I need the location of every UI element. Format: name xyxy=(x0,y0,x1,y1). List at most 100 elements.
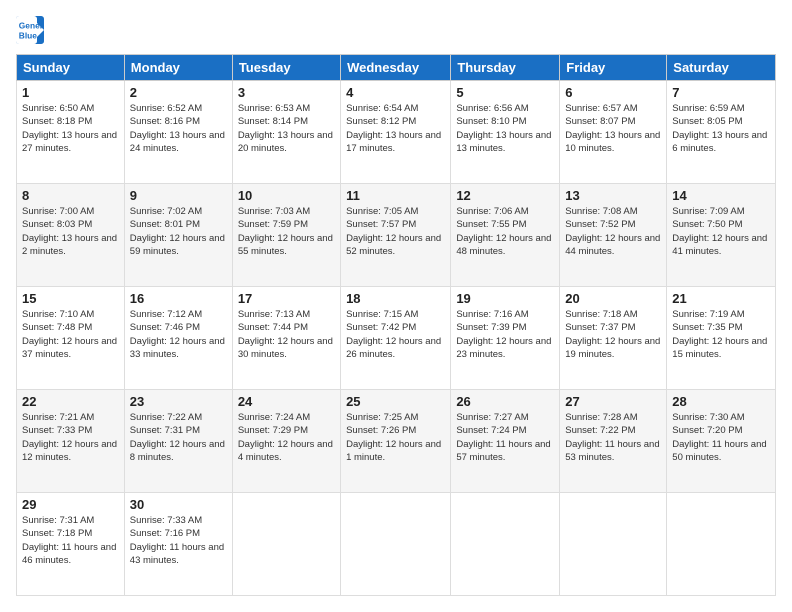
day-cell: 19 Sunrise: 7:16 AMSunset: 7:39 PMDaylig… xyxy=(451,287,560,390)
week-row-2: 8 Sunrise: 7:00 AMSunset: 8:03 PMDayligh… xyxy=(17,184,776,287)
day-cell: 12 Sunrise: 7:06 AMSunset: 7:55 PMDaylig… xyxy=(451,184,560,287)
day-cell: 10 Sunrise: 7:03 AMSunset: 7:59 PMDaylig… xyxy=(232,184,340,287)
logo-icon: General Blue xyxy=(16,16,44,44)
day-cell: 20 Sunrise: 7:18 AMSunset: 7:37 PMDaylig… xyxy=(560,287,667,390)
day-cell: 3 Sunrise: 6:53 AMSunset: 8:14 PMDayligh… xyxy=(232,81,340,184)
day-info: Sunrise: 6:56 AMSunset: 8:10 PMDaylight:… xyxy=(456,102,554,155)
day-number: 4 xyxy=(346,85,445,100)
day-number: 27 xyxy=(565,394,661,409)
day-info: Sunrise: 6:54 AMSunset: 8:12 PMDaylight:… xyxy=(346,102,445,155)
day-cell: 30 Sunrise: 7:33 AMSunset: 7:16 PMDaylig… xyxy=(124,493,232,596)
day-header-saturday: Saturday xyxy=(667,55,776,81)
day-number: 23 xyxy=(130,394,227,409)
day-header-thursday: Thursday xyxy=(451,55,560,81)
day-info: Sunrise: 7:08 AMSunset: 7:52 PMDaylight:… xyxy=(565,205,661,258)
day-number: 19 xyxy=(456,291,554,306)
day-info: Sunrise: 7:13 AMSunset: 7:44 PMDaylight:… xyxy=(238,308,335,361)
day-cell: 22 Sunrise: 7:21 AMSunset: 7:33 PMDaylig… xyxy=(17,390,125,493)
day-number: 5 xyxy=(456,85,554,100)
week-row-1: 1 Sunrise: 6:50 AMSunset: 8:18 PMDayligh… xyxy=(17,81,776,184)
day-cell xyxy=(341,493,451,596)
day-info: Sunrise: 7:21 AMSunset: 7:33 PMDaylight:… xyxy=(22,411,119,464)
day-info: Sunrise: 7:24 AMSunset: 7:29 PMDaylight:… xyxy=(238,411,335,464)
day-number: 18 xyxy=(346,291,445,306)
day-cell xyxy=(232,493,340,596)
day-info: Sunrise: 7:02 AMSunset: 8:01 PMDaylight:… xyxy=(130,205,227,258)
day-info: Sunrise: 7:22 AMSunset: 7:31 PMDaylight:… xyxy=(130,411,227,464)
day-number: 22 xyxy=(22,394,119,409)
day-info: Sunrise: 6:52 AMSunset: 8:16 PMDaylight:… xyxy=(130,102,227,155)
header-row: SundayMondayTuesdayWednesdayThursdayFrid… xyxy=(17,55,776,81)
day-cell: 26 Sunrise: 7:27 AMSunset: 7:24 PMDaylig… xyxy=(451,390,560,493)
day-cell xyxy=(667,493,776,596)
day-info: Sunrise: 7:05 AMSunset: 7:57 PMDaylight:… xyxy=(346,205,445,258)
day-cell: 6 Sunrise: 6:57 AMSunset: 8:07 PMDayligh… xyxy=(560,81,667,184)
day-cell: 21 Sunrise: 7:19 AMSunset: 7:35 PMDaylig… xyxy=(667,287,776,390)
svg-text:Blue: Blue xyxy=(19,30,37,40)
header: General Blue xyxy=(16,16,776,44)
day-number: 28 xyxy=(672,394,770,409)
day-number: 13 xyxy=(565,188,661,203)
day-number: 16 xyxy=(130,291,227,306)
day-number: 15 xyxy=(22,291,119,306)
day-cell xyxy=(560,493,667,596)
week-row-3: 15 Sunrise: 7:10 AMSunset: 7:48 PMDaylig… xyxy=(17,287,776,390)
day-number: 25 xyxy=(346,394,445,409)
day-cell: 5 Sunrise: 6:56 AMSunset: 8:10 PMDayligh… xyxy=(451,81,560,184)
week-row-4: 22 Sunrise: 7:21 AMSunset: 7:33 PMDaylig… xyxy=(17,390,776,493)
day-header-wednesday: Wednesday xyxy=(341,55,451,81)
calendar-table: SundayMondayTuesdayWednesdayThursdayFrid… xyxy=(16,54,776,596)
day-info: Sunrise: 7:18 AMSunset: 7:37 PMDaylight:… xyxy=(565,308,661,361)
day-info: Sunrise: 7:06 AMSunset: 7:55 PMDaylight:… xyxy=(456,205,554,258)
day-info: Sunrise: 7:31 AMSunset: 7:18 PMDaylight:… xyxy=(22,514,119,567)
day-number: 12 xyxy=(456,188,554,203)
day-cell: 24 Sunrise: 7:24 AMSunset: 7:29 PMDaylig… xyxy=(232,390,340,493)
day-info: Sunrise: 7:19 AMSunset: 7:35 PMDaylight:… xyxy=(672,308,770,361)
day-cell: 17 Sunrise: 7:13 AMSunset: 7:44 PMDaylig… xyxy=(232,287,340,390)
day-cell: 8 Sunrise: 7:00 AMSunset: 8:03 PMDayligh… xyxy=(17,184,125,287)
day-number: 8 xyxy=(22,188,119,203)
day-info: Sunrise: 7:12 AMSunset: 7:46 PMDaylight:… xyxy=(130,308,227,361)
day-info: Sunrise: 7:28 AMSunset: 7:22 PMDaylight:… xyxy=(565,411,661,464)
day-cell: 14 Sunrise: 7:09 AMSunset: 7:50 PMDaylig… xyxy=(667,184,776,287)
day-number: 11 xyxy=(346,188,445,203)
day-number: 26 xyxy=(456,394,554,409)
day-cell xyxy=(451,493,560,596)
day-cell: 15 Sunrise: 7:10 AMSunset: 7:48 PMDaylig… xyxy=(17,287,125,390)
svg-text:General: General xyxy=(19,21,44,31)
day-number: 14 xyxy=(672,188,770,203)
day-number: 7 xyxy=(672,85,770,100)
day-cell: 9 Sunrise: 7:02 AMSunset: 8:01 PMDayligh… xyxy=(124,184,232,287)
day-info: Sunrise: 6:57 AMSunset: 8:07 PMDaylight:… xyxy=(565,102,661,155)
day-number: 24 xyxy=(238,394,335,409)
week-row-5: 29 Sunrise: 7:31 AMSunset: 7:18 PMDaylig… xyxy=(17,493,776,596)
day-info: Sunrise: 7:16 AMSunset: 7:39 PMDaylight:… xyxy=(456,308,554,361)
day-info: Sunrise: 7:03 AMSunset: 7:59 PMDaylight:… xyxy=(238,205,335,258)
day-cell: 2 Sunrise: 6:52 AMSunset: 8:16 PMDayligh… xyxy=(124,81,232,184)
day-number: 29 xyxy=(22,497,119,512)
day-cell: 27 Sunrise: 7:28 AMSunset: 7:22 PMDaylig… xyxy=(560,390,667,493)
day-number: 6 xyxy=(565,85,661,100)
day-info: Sunrise: 7:09 AMSunset: 7:50 PMDaylight:… xyxy=(672,205,770,258)
day-cell: 18 Sunrise: 7:15 AMSunset: 7:42 PMDaylig… xyxy=(341,287,451,390)
day-number: 9 xyxy=(130,188,227,203)
day-cell: 1 Sunrise: 6:50 AMSunset: 8:18 PMDayligh… xyxy=(17,81,125,184)
day-header-tuesday: Tuesday xyxy=(232,55,340,81)
day-cell: 7 Sunrise: 6:59 AMSunset: 8:05 PMDayligh… xyxy=(667,81,776,184)
day-info: Sunrise: 6:50 AMSunset: 8:18 PMDaylight:… xyxy=(22,102,119,155)
day-number: 17 xyxy=(238,291,335,306)
day-cell: 16 Sunrise: 7:12 AMSunset: 7:46 PMDaylig… xyxy=(124,287,232,390)
day-number: 20 xyxy=(565,291,661,306)
day-info: Sunrise: 7:15 AMSunset: 7:42 PMDaylight:… xyxy=(346,308,445,361)
day-info: Sunrise: 7:30 AMSunset: 7:20 PMDaylight:… xyxy=(672,411,770,464)
day-number: 1 xyxy=(22,85,119,100)
day-info: Sunrise: 6:53 AMSunset: 8:14 PMDaylight:… xyxy=(238,102,335,155)
day-cell: 29 Sunrise: 7:31 AMSunset: 7:18 PMDaylig… xyxy=(17,493,125,596)
day-number: 21 xyxy=(672,291,770,306)
day-number: 10 xyxy=(238,188,335,203)
day-cell: 11 Sunrise: 7:05 AMSunset: 7:57 PMDaylig… xyxy=(341,184,451,287)
day-header-monday: Monday xyxy=(124,55,232,81)
day-cell: 25 Sunrise: 7:25 AMSunset: 7:26 PMDaylig… xyxy=(341,390,451,493)
day-cell: 13 Sunrise: 7:08 AMSunset: 7:52 PMDaylig… xyxy=(560,184,667,287)
day-number: 2 xyxy=(130,85,227,100)
